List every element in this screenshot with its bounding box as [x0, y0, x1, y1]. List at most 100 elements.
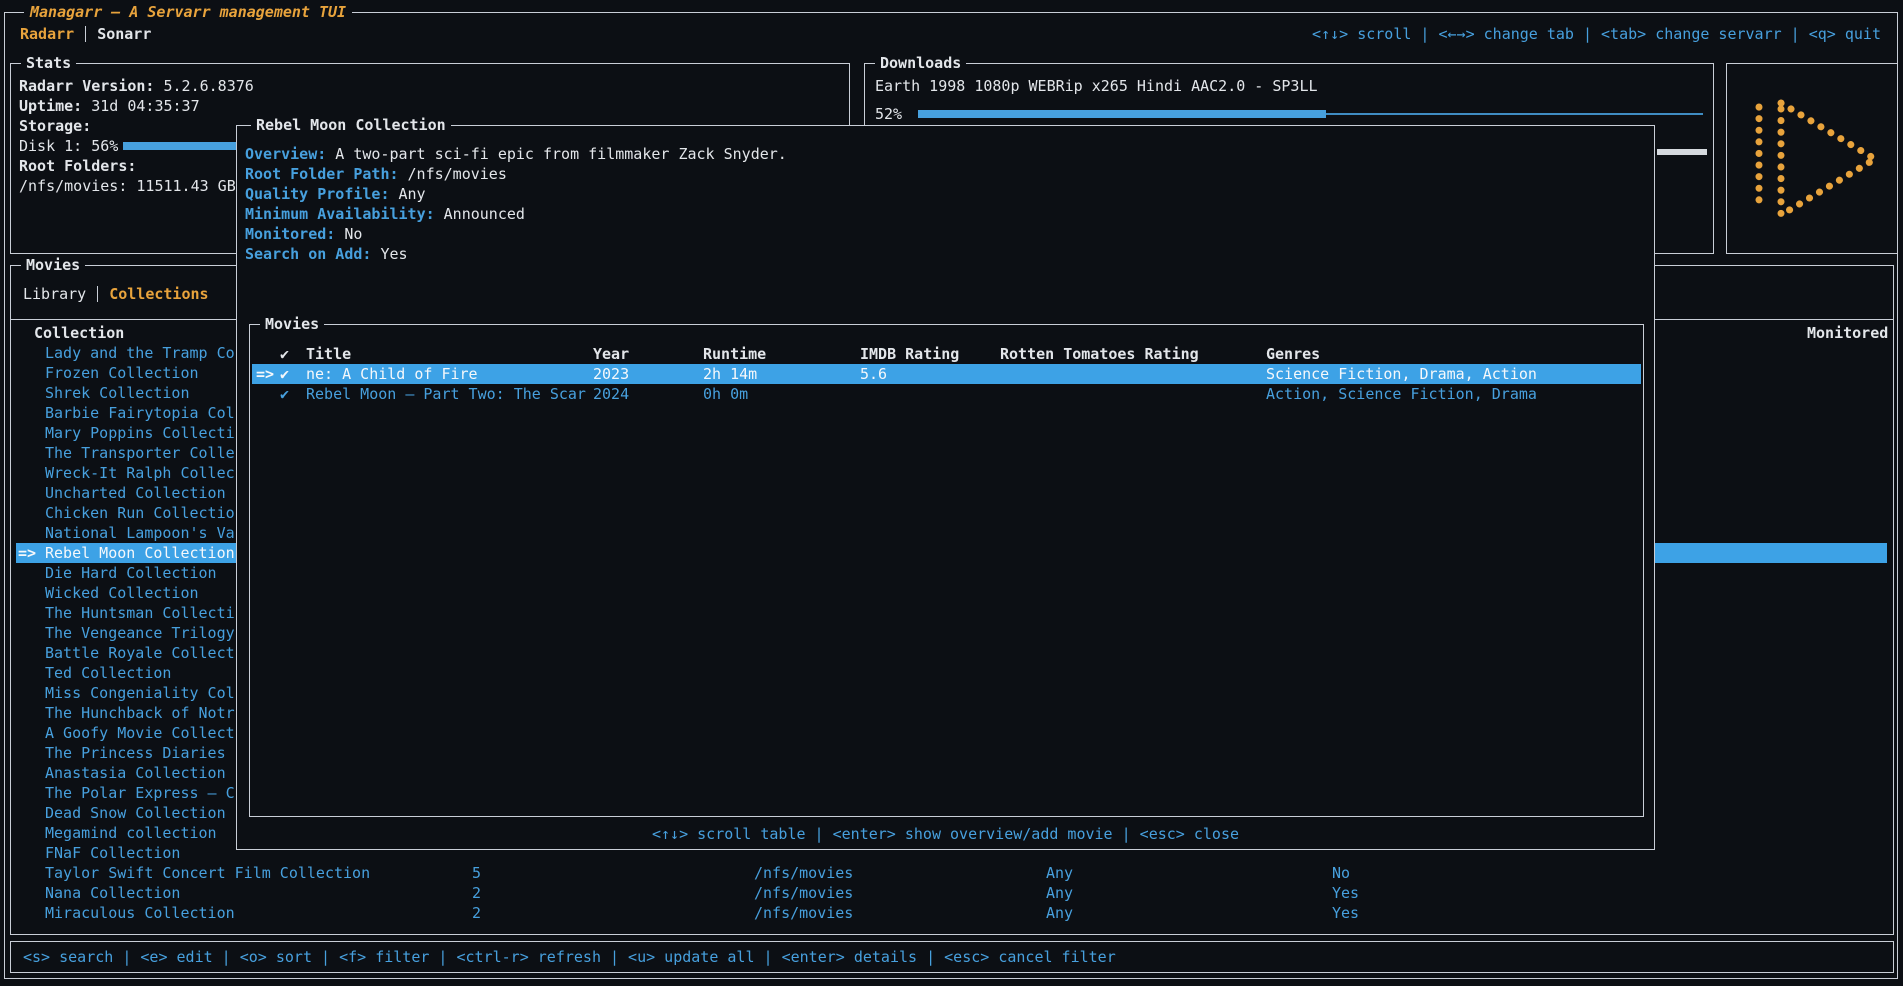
movie-runtime: 2h 14m — [703, 364, 757, 384]
collection-name: Miraculous Collection — [45, 903, 235, 923]
movie-genres: Science Fiction, Drama, Action — [1266, 364, 1537, 384]
tab-radarr[interactable]: Radarr — [20, 25, 74, 43]
bottom-help-bar: <s> search | <e> edit | <o> sort | <f> f… — [10, 941, 1894, 973]
collection-name: Miss Congeniality Col — [45, 683, 235, 703]
movies-tabs: Library Collections — [23, 284, 209, 304]
movie-row[interactable]: => ✔ ne: A Child of Fire 2023 2h 14m 5.6 Scien… — [252, 364, 1641, 384]
collection-name: FNaF Collection — [45, 843, 180, 863]
tab-sonarr[interactable]: Sonarr — [97, 25, 151, 43]
tab-collections[interactable]: Collections — [109, 285, 208, 303]
collection-movie-count: 5 — [472, 863, 481, 883]
collection-name: The Vengeance Trilogy — [45, 623, 235, 643]
collection-root-folder: /nfs/movies — [754, 863, 853, 883]
collection-name: Mary Poppins Collecti — [45, 423, 235, 443]
collection-search-on-add: Yes — [1332, 883, 1359, 903]
radarr-version-label: Radarr Version: — [19, 77, 154, 95]
modal-field-value: A two-part sci-fi epic from filmmaker Za… — [335, 145, 787, 163]
collection-row[interactable]: Nana Collection 2/nfs/movies Any Yes — [16, 883, 1887, 903]
tab-separator — [85, 26, 86, 42]
root-folder-value: /nfs/movies: 11511.43 GB — [19, 176, 236, 196]
modal-movies-table: Movies ✔ Title Year Runtime IMDB Rating … — [249, 324, 1644, 817]
modal-field-label: Quality Profile: — [245, 185, 390, 203]
modal-field-label: Root Folder Path: — [245, 165, 399, 183]
collection-name: The Transporter Colle — [45, 443, 235, 463]
collection-row[interactable]: Miraculous Collection 2/nfs/movies Any Yes — [16, 903, 1887, 923]
managarr-app: Managarr — A Servarr management TUI Rada… — [0, 0, 1903, 986]
app-title: Managarr — A Servarr management TUI — [24, 2, 352, 22]
collection-name: Wicked Collection — [45, 583, 199, 603]
collection-movie-count: 2 — [472, 883, 481, 903]
managarr-logo-icon — [1737, 89, 1887, 229]
collection-name: The Hunchback of Notr — [45, 703, 235, 723]
collection-name: Chicken Run Collectio — [45, 503, 235, 523]
movie-runtime: 0h 0m — [703, 384, 748, 404]
logo-panel — [1726, 63, 1898, 254]
modal-field-label: Overview: — [245, 145, 326, 163]
servarr-tabs: Radarr Sonarr — [20, 24, 151, 44]
modal-field-label: Minimum Availability: — [245, 205, 435, 223]
modal-field-label: Search on Add: — [245, 245, 371, 263]
collection-row[interactable]: Taylor Swift Concert Film Collection 5/nf… — [16, 863, 1887, 883]
collection-name: Lady and the Tramp Co — [45, 343, 235, 363]
collection-name: Frozen Collection — [45, 363, 199, 383]
modal-field: Quality Profile: Any — [245, 184, 426, 204]
collection-name: National Lampoon's Va — [45, 523, 235, 543]
collection-quality-profile: Any — [1046, 903, 1073, 923]
downloads-panel-title: Downloads — [875, 53, 966, 73]
collection-name: Uncharted Collection — [45, 483, 226, 503]
collection-search-on-add: Yes — [1332, 903, 1359, 923]
modal-field: Root Folder Path:/nfs/movies — [245, 164, 507, 184]
collection-name: Taylor Swift Concert Film Collection — [45, 863, 370, 883]
collection-name: Shrek Collection — [45, 383, 190, 403]
tab-library[interactable]: Library — [23, 285, 86, 303]
collection-name: Rebel Moon Collection — [45, 543, 235, 563]
root-folders-label: Root Folders: — [19, 156, 136, 176]
modal-field-label: Monitored: — [245, 225, 335, 243]
stats-panel-title: Stats — [21, 53, 76, 73]
modal-field: Monitored:No — [245, 224, 362, 244]
modal-field: Minimum Availability: Announced — [245, 204, 525, 224]
collection-name: The Huntsman Collecti — [45, 603, 235, 623]
collection-quality-profile: Any — [1046, 883, 1073, 903]
movie-year: 2023 — [593, 364, 629, 384]
download-item-name: Earth 1998 1080p WEBRip x265 Hindi AAC2.… — [875, 76, 1318, 96]
collection-name: Anastasia Collection — [45, 763, 226, 783]
modal-field-value: Announced — [444, 205, 525, 223]
movie-year: 2024 — [593, 384, 629, 404]
uptime-label: Uptime: — [19, 97, 82, 115]
collection-movie-count: 2 — [472, 903, 481, 923]
uptime-value: 31d 04:35:37 — [91, 97, 199, 115]
disk-usage-label: Disk 1: 56% — [19, 136, 118, 156]
download-progress-fill — [918, 110, 1326, 118]
movie-monitored-check-icon: ✔ — [280, 364, 289, 384]
table-keybindings-help: <s> search | <e> edit | <o> sort | <f> f… — [23, 942, 1116, 972]
modal-field-value: Any — [399, 185, 426, 203]
download-percent-label: 52% — [875, 104, 902, 124]
collection-name: The Princess Diaries — [45, 743, 226, 763]
tab-separator — [97, 286, 98, 302]
collection-name: The Polar Express – C — [45, 783, 235, 803]
selection-marker: => — [256, 364, 274, 384]
collection-name: Megamind collection — [45, 823, 217, 843]
collection-name: Battle Royale Collect — [45, 643, 235, 663]
collection-name: Barbie Fairytopia Col — [45, 403, 235, 423]
modal-field: Overview: A two-part sci-fi epic from fil… — [245, 144, 787, 164]
collection-name: A Goofy Movie Collect — [45, 723, 235, 743]
radarr-version-value: 5.2.6.8376 — [164, 77, 254, 95]
collection-root-folder: /nfs/movies — [754, 903, 853, 923]
modal-movie-rows: => ✔ ne: A Child of Fire 2023 2h 14m 5.6 Scien… — [250, 325, 1643, 816]
uptime-line: Uptime: 31d 04:35:37 — [19, 96, 200, 116]
collection-quality-profile: Any — [1046, 863, 1073, 883]
second-download-bar-fragment — [1657, 149, 1707, 155]
storage-label: Storage: — [19, 116, 91, 136]
collection-name: Nana Collection — [45, 883, 180, 903]
collection-name: Die Hard Collection — [45, 563, 217, 583]
modal-keybindings-help: <↑↓> scroll table | <enter> show overvie… — [237, 824, 1654, 844]
collection-root-folder: /nfs/movies — [754, 883, 853, 903]
movie-title: Rebel Moon – Part Two: The Scar — [306, 384, 586, 404]
movie-imdb-rating: 5.6 — [860, 364, 887, 384]
radarr-version-line: Radarr Version: 5.2.6.8376 — [19, 76, 254, 96]
movie-title: ne: A Child of Fire — [306, 364, 478, 384]
movie-row[interactable]: ✔Rebel Moon – Part Two: The Scar20240h 0… — [252, 384, 1641, 404]
collection-details-modal: Rebel Moon Collection Overview:A two-par… — [236, 125, 1655, 850]
